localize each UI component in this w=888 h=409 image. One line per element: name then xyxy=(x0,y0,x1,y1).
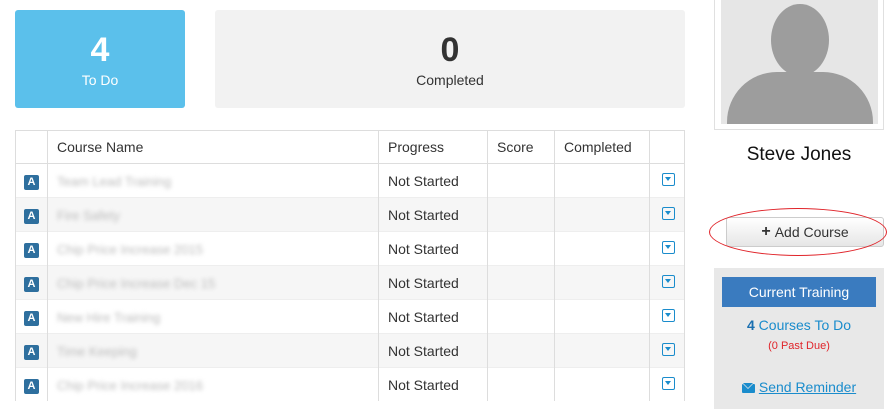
add-course-label: Add Course xyxy=(774,224,849,240)
course-name[interactable]: Time Keeping xyxy=(57,344,137,359)
col-header-course-name[interactable]: Course Name xyxy=(47,130,379,164)
course-completed xyxy=(554,197,650,232)
row-dropdown-icon[interactable] xyxy=(662,206,675,220)
course-progress: Not Started xyxy=(378,265,488,300)
completed-tile[interactable]: 0 Completed xyxy=(215,10,685,108)
todo-count: 4 xyxy=(90,31,110,69)
table-header-row: Course Name Progress Score Completed xyxy=(15,130,685,164)
course-type-badge: A xyxy=(24,378,39,394)
course-completed xyxy=(554,265,650,300)
course-type-badge: A xyxy=(24,208,39,224)
table-row[interactable]: A Chip Price Increase Dec 15 Not Started xyxy=(15,265,685,300)
course-score xyxy=(487,299,555,334)
course-name[interactable]: New Hire Training xyxy=(57,310,160,325)
course-name[interactable]: Chip Price Increase Dec 15 xyxy=(57,276,215,291)
plus-icon: + xyxy=(761,223,771,240)
envelope-icon xyxy=(741,382,755,393)
course-completed xyxy=(554,231,650,266)
send-reminder-label[interactable]: Send Reminder xyxy=(759,379,856,395)
course-progress: Not Started xyxy=(378,367,488,401)
course-table: Course Name Progress Score Completed A T… xyxy=(15,130,685,401)
col-header-score[interactable]: Score xyxy=(487,130,555,164)
todo-tile[interactable]: 4 To Do xyxy=(15,10,185,108)
course-progress: Not Started xyxy=(378,197,488,232)
row-dropdown-icon[interactable] xyxy=(662,240,675,254)
courses-to-do-count: 4 xyxy=(746,317,755,333)
avatar-head-silhouette xyxy=(771,4,829,76)
past-due-status: (0 Past Due) xyxy=(768,340,830,352)
row-dropdown-icon[interactable] xyxy=(662,308,675,322)
course-progress: Not Started xyxy=(378,231,488,266)
course-progress: Not Started xyxy=(378,299,488,334)
course-type-badge: A xyxy=(24,310,39,326)
profile-card xyxy=(714,0,884,130)
course-type-badge: A xyxy=(24,242,39,258)
avatar-body-silhouette xyxy=(727,72,873,124)
course-score xyxy=(487,333,555,368)
courses-to-do-label: Courses To Do xyxy=(758,317,852,333)
course-type-badge: A xyxy=(24,174,39,190)
user-name: Steve Jones xyxy=(746,144,852,165)
current-training-panel: Current Training 4 Courses To Do (0 Past… xyxy=(714,268,884,409)
col-header-type xyxy=(15,130,48,164)
course-completed xyxy=(554,367,650,401)
course-score xyxy=(487,163,555,198)
course-type-badge: A xyxy=(24,344,39,360)
course-name[interactable]: Team Lead Training xyxy=(57,174,171,189)
course-type-badge: A xyxy=(24,276,39,292)
course-name[interactable]: Fire Safety xyxy=(57,208,120,223)
completed-label: Completed xyxy=(416,72,484,88)
todo-label: To Do xyxy=(81,72,119,88)
send-reminder-link[interactable]: Send Reminder xyxy=(714,379,884,395)
course-name[interactable]: Chip Price Increase 2016 xyxy=(57,378,203,393)
row-dropdown-icon[interactable] xyxy=(662,172,675,186)
table-row[interactable]: A New Hire Training Not Started xyxy=(15,299,685,334)
completed-count: 0 xyxy=(440,31,460,69)
col-header-completed[interactable]: Completed xyxy=(554,130,650,164)
course-progress: Not Started xyxy=(378,163,488,198)
course-score xyxy=(487,367,555,401)
course-score xyxy=(487,231,555,266)
row-dropdown-icon[interactable] xyxy=(662,274,675,288)
table-row[interactable]: A Chip Price Increase 2016 Not Started xyxy=(15,367,685,401)
course-score xyxy=(487,265,555,300)
table-row[interactable]: A Fire Safety Not Started xyxy=(15,197,685,232)
current-training-header[interactable]: Current Training xyxy=(722,277,876,307)
avatar xyxy=(721,0,878,124)
add-course-button[interactable]: + Add Course xyxy=(726,217,884,247)
course-progress: Not Started xyxy=(378,333,488,368)
course-name[interactable]: Chip Price Increase 2015 xyxy=(57,242,203,257)
table-row[interactable]: A Team Lead Training Not Started xyxy=(15,163,685,198)
course-completed xyxy=(554,299,650,334)
col-header-progress[interactable]: Progress xyxy=(378,130,488,164)
course-completed xyxy=(554,163,650,198)
row-dropdown-icon[interactable] xyxy=(662,376,675,390)
course-score xyxy=(487,197,555,232)
col-header-actions xyxy=(649,130,685,164)
table-row[interactable]: A Chip Price Increase 2015 Not Started xyxy=(15,231,685,266)
table-row[interactable]: A Time Keeping Not Started xyxy=(15,333,685,368)
row-dropdown-icon[interactable] xyxy=(662,342,675,356)
course-completed xyxy=(554,333,650,368)
courses-to-do-link[interactable]: 4 Courses To Do xyxy=(714,317,884,333)
